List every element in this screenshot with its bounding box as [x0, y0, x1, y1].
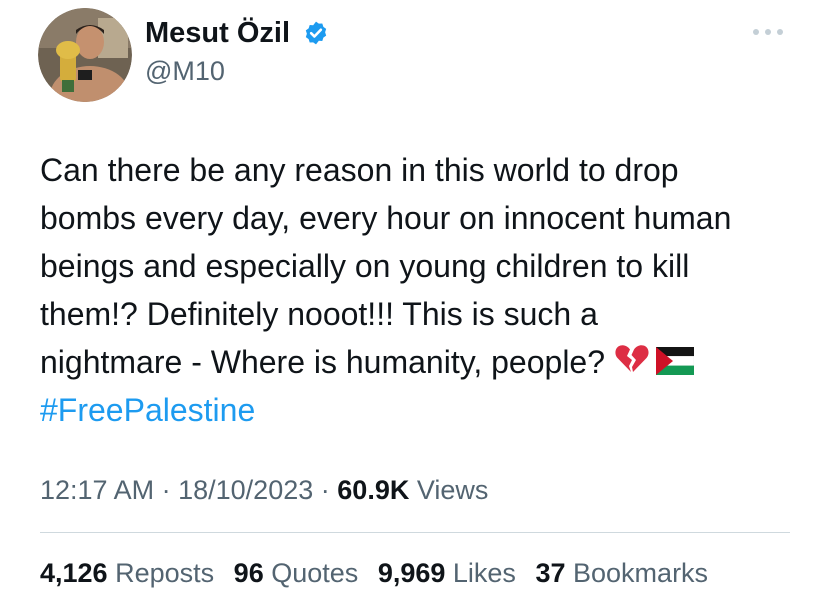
tweet-text-line: bombs every day, every hour on innocent …	[40, 200, 732, 236]
display-name[interactable]: Mesut Özil	[145, 16, 290, 50]
likes-count: 9,969	[377, 558, 446, 588]
palestine-flag-emoji	[655, 347, 694, 375]
views-label: Views	[416, 475, 489, 505]
quotes-count: 96	[233, 558, 264, 588]
bookmarks-count: 37	[535, 558, 566, 588]
avatar[interactable]	[38, 8, 132, 102]
meta-separator: ·	[320, 475, 330, 505]
divider	[40, 532, 790, 533]
hashtag-link[interactable]: #FreePalestine	[40, 386, 800, 434]
bookmarks-label: Bookmarks	[573, 558, 709, 588]
views-count: 60.9K	[337, 475, 410, 505]
likes-label: Likes	[452, 558, 516, 588]
quotes-label: Quotes	[271, 558, 359, 588]
tweet-text: Can there be any reason in this world to…	[40, 146, 800, 434]
avatar-image	[38, 8, 132, 102]
more-options-icon[interactable]	[748, 22, 788, 42]
reposts-count: 4,126	[40, 558, 108, 588]
verified-badge-icon	[305, 21, 327, 45]
bookmarks-stat[interactable]: 37 Bookmarks	[535, 558, 708, 588]
tweet-meta: 12:17 AM · 18/10/2023 · 60.9K Views	[40, 473, 488, 507]
tweet-text-line: them!? Definitely nooot!!! This is such …	[40, 296, 598, 332]
likes-stat[interactable]: 9,969 Likes	[378, 558, 516, 588]
meta-separator: ·	[161, 475, 171, 505]
tweet-time[interactable]: 12:17 AM	[40, 475, 154, 505]
tweet-text-line: Can there be any reason in this world to…	[40, 152, 679, 188]
quotes-stat[interactable]: 96 Quotes	[234, 558, 359, 588]
engagement-stats: 4,126 Reposts 96 Quotes 9,969 Likes 37 B…	[40, 556, 720, 590]
tweet-text-line-5: nightmare - Where is humanity, people?	[40, 338, 800, 386]
tweet-text-line: beings and especially on young children …	[40, 248, 690, 284]
broken-heart-emoji	[615, 345, 649, 372]
reposts-stat[interactable]: 4,126 Reposts	[40, 558, 214, 588]
handle[interactable]: @M10	[145, 55, 225, 87]
tweet-text-line: nightmare - Where is humanity, people?	[40, 344, 606, 380]
reposts-label: Reposts	[115, 558, 215, 588]
tweet-date[interactable]: 18/10/2023	[178, 475, 313, 505]
